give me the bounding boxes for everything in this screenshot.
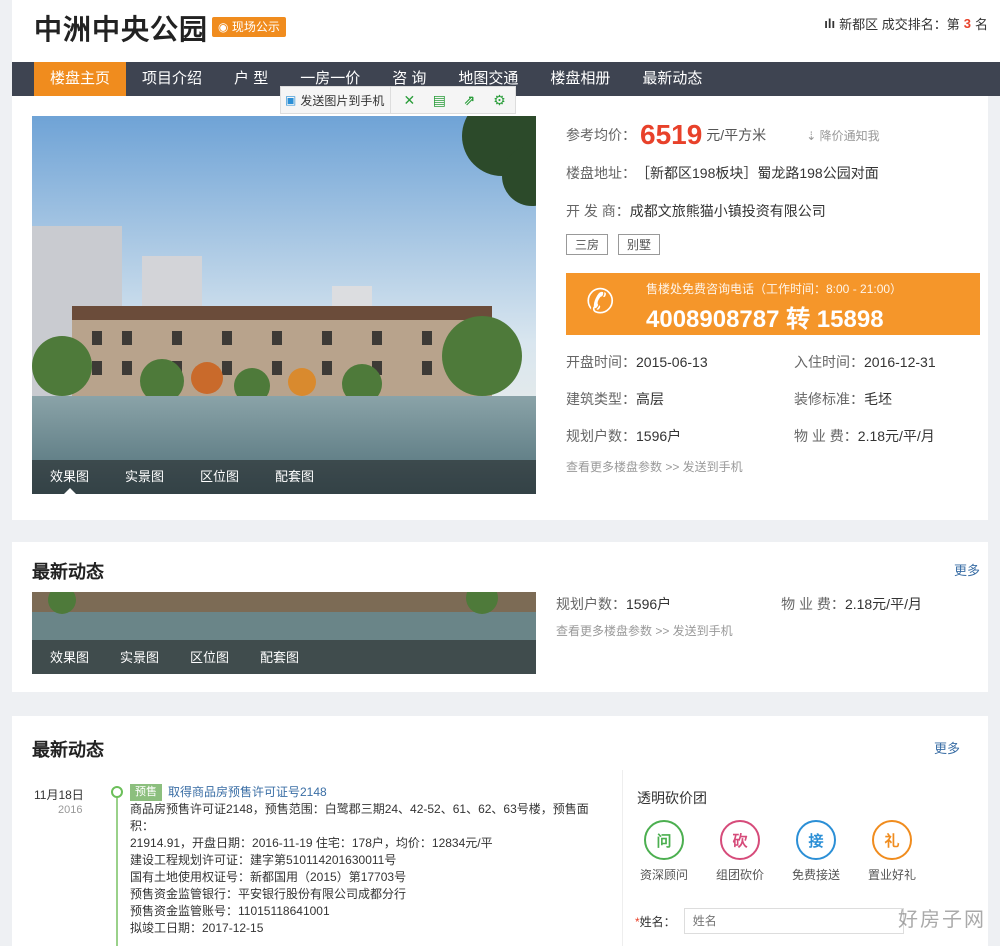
image-toolbar: ▣ 发送图片到手机 ✕ ▤ ⇗ ⚙: [280, 86, 517, 114]
news-panel-duplicate: 最新动态 更多 效果图 实景图 区位图 配套图 规划户数： 1596户 物 业 费…: [12, 542, 988, 692]
property-photo-strip[interactable]: 效果图 实景图 区位图 配套图: [32, 592, 536, 674]
bar-chart-icon: ılı: [824, 16, 836, 31]
property-photo[interactable]: 效果图 实景图 区位图 配套图: [32, 116, 536, 494]
save-icon[interactable]: ▤: [427, 88, 451, 112]
more-params-link[interactable]: 查看更多楼盘参数 >> 发送到手机: [566, 458, 986, 475]
send-image-to-phone-button[interactable]: ▣ 发送图片到手机: [285, 86, 392, 114]
photo-tab-facilities[interactable]: 配套图: [257, 460, 332, 494]
decoration-standard: 毛坯: [864, 390, 892, 407]
property-info: 参考均价： 6519 元/平方米 ⇣ 降价通知我 楼盘地址： ［新都区198板块…: [566, 116, 986, 475]
property-fee: 2.18元/平/月: [857, 427, 935, 444]
hotline-box[interactable]: ✆ 售楼处免费咨询电话（工作时间：8:00 - 21:00） 400890878…: [566, 273, 980, 335]
presale-tag: 预售: [130, 784, 162, 801]
name-input[interactable]: [683, 908, 904, 934]
property-tags: 三房 别墅: [566, 234, 986, 255]
photo-tab-rendering[interactable]: 效果图: [32, 460, 107, 494]
news-year: 2016: [58, 804, 83, 816]
shuttle-icon: 接: [796, 820, 836, 860]
bargain-services: 问 资深顾问 砍 组团砍价 接 免费接送 礼 置业好礼: [633, 820, 923, 883]
news-line: 国有土地使用权证号：新都国用（2015）第17703号: [130, 870, 407, 884]
service-gift[interactable]: 礼 置业好礼: [861, 820, 923, 883]
price-row: 参考均价： 6519 元/平方米 ⇣ 降价通知我: [566, 119, 880, 150]
share-icon[interactable]: ⇗: [457, 88, 481, 112]
rendering-image: [32, 116, 536, 494]
price-drop-notify-link[interactable]: ⇣ 降价通知我: [806, 127, 879, 144]
site-watermark: 好房子网: [898, 907, 986, 931]
news-line: 商品房预售许可证2148，预售范围：白鹭郡三期24、42-52、61、62、63…: [130, 802, 589, 833]
property-params-duplicate: 规划户数： 1596户 物 业 费： 2.18元/平/月 查看更多楼盘参数 >> 发…: [556, 596, 922, 639]
tag-villa: 别墅: [618, 234, 661, 255]
photo-strip-tab-rendering: 效果图: [50, 651, 89, 666]
news-line: 21914.91，开盘日期：2016-11-19 住宅：178户，均价：1283…: [130, 836, 493, 850]
rendering-image-strip: 效果图 实景图 区位图 配套图: [32, 592, 536, 674]
news-line: 预售资金监管账号：11015118641001: [130, 904, 330, 918]
planned-households: 1596户: [636, 427, 682, 444]
more-link[interactable]: 更多: [934, 738, 960, 757]
header: 中洲中央公园 ◉ 现场公示 ılı 新都区 成交排名：第 3 名: [12, 0, 1000, 62]
nav-item-home[interactable]: 楼盘主页: [34, 62, 127, 96]
more-params-link-duplicate[interactable]: 查看更多楼盘参数 >> 发送到手机: [556, 622, 922, 639]
photo-strip-tab-real: 实景图: [120, 651, 159, 666]
service-consultant[interactable]: 问 资深顾问: [633, 820, 695, 883]
tag-three-room: 三房: [566, 234, 609, 255]
nav-item-news[interactable]: 最新动态: [626, 62, 718, 96]
property-overview: 效果图 实景图 区位图 配套图 参考均价： 6519 元/平方米 ⇣ 降价通知我…: [12, 96, 988, 520]
building-type: 高层: [636, 390, 664, 407]
consultant-icon: 问: [644, 820, 684, 860]
news-line: 建设工程规划许可证：建字第510114201630011号: [130, 853, 397, 867]
latest-news-section: 最新动态 更多 11月18日 2016 预售 取得商品房预售许可证号2148 商…: [12, 716, 988, 946]
property-params: 开盘时间： 2015-06-13 入住时间： 2016-12-31 建筑类型： 高层 …: [566, 353, 936, 444]
price-value: 6519: [640, 119, 703, 150]
bargain-icon: 砍: [720, 820, 760, 860]
onsite-notice-badge[interactable]: ◉ 现场公示: [212, 17, 286, 37]
fullscreen-icon[interactable]: ✕: [397, 88, 421, 112]
phone-icon: ✆: [586, 283, 615, 321]
gear-icon[interactable]: ⚙: [487, 88, 511, 112]
gift-icon: 礼: [872, 820, 912, 860]
nav-item-intro[interactable]: 项目介绍: [126, 62, 218, 96]
news-line: 预售资金监管银行：平安银行股份有限公司成都分行: [130, 887, 407, 901]
name-field-row: *姓名：: [635, 908, 904, 934]
more-link[interactable]: 更多: [954, 560, 980, 579]
news-date: 11月18日: [34, 788, 84, 802]
photo-strip-tab-location: 区位图: [190, 651, 229, 666]
sales-rank: ılı 新都区 成交排名：第 3 名: [824, 16, 988, 32]
bargain-group-title: 透明砍价团: [637, 790, 707, 806]
hotline-number: 4008908787 转 15898: [646, 306, 884, 333]
photo-strip-tab-facilities: 配套图: [260, 650, 299, 666]
service-group-bargain[interactable]: 砍 组团砍价: [709, 820, 771, 883]
section-title: 最新动态: [32, 562, 104, 582]
news-title-link[interactable]: 取得商品房预售许可证号2148: [168, 784, 327, 801]
news-item: 预售 取得商品房预售许可证号2148 商品房预售许可证2148，预售范围：白鹭郡…: [130, 784, 610, 937]
address-row: 楼盘地址： ［新都区198板块］蜀龙路198公园对面: [566, 165, 879, 181]
photo-tabs: 效果图 实景图 区位图 配套图: [32, 460, 536, 494]
nav-item-album[interactable]: 楼盘相册: [534, 62, 626, 96]
timeline-dot: [111, 786, 123, 798]
page-title: 中洲中央公园: [34, 14, 209, 45]
news-line: 拟竣工日期：2017-12-15: [130, 921, 264, 935]
nav-item-layouts[interactable]: 户 型: [218, 62, 284, 96]
section-title: 最新动态: [32, 740, 104, 760]
developer-row: 开 发 商： 成都文旅熊猫小镇投资有限公司: [566, 203, 826, 219]
phone-send-icon: ▣: [285, 93, 297, 107]
photo-tab-real[interactable]: 实景图: [107, 460, 182, 494]
timeline-line: [116, 794, 118, 946]
open-date: 2015-06-13: [636, 353, 708, 370]
photo-tab-location[interactable]: 区位图: [182, 460, 257, 494]
checkin-date: 2016-12-31: [864, 353, 936, 370]
service-free-shuttle[interactable]: 接 免费接送: [785, 820, 847, 883]
